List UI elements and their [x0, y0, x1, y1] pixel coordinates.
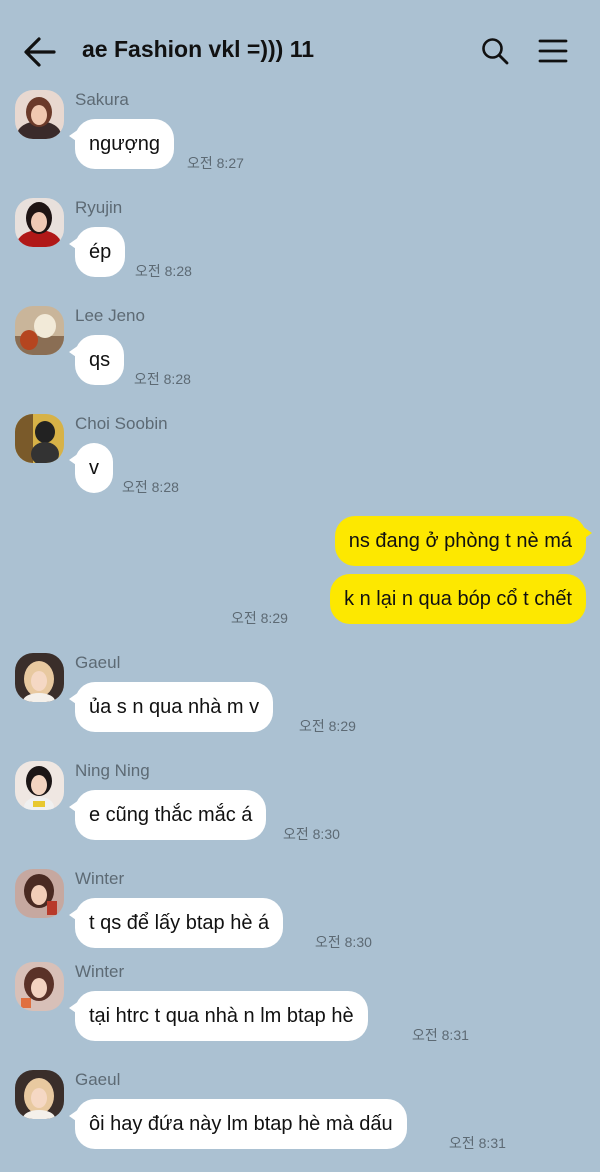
- my-message-bubble[interactable]: k n lại n qua bóp cổ t chết: [330, 574, 586, 624]
- sender-name: Ryujin: [75, 198, 123, 217]
- message-time: 오전 8:28: [122, 479, 179, 495]
- message-bubble[interactable]: ủa s n qua nhà m v: [68, 682, 274, 732]
- avatar[interactable]: [15, 761, 64, 810]
- arrow-left-icon[interactable]: [22, 34, 58, 70]
- hamburger-menu-icon[interactable]: [538, 37, 568, 65]
- message-time: 오전 8:30: [283, 826, 340, 842]
- message-time: 오전 8:31: [412, 1027, 469, 1043]
- chat-header: ae Fashion vkl =))) 11: [0, 0, 600, 100]
- message-time: 오전 8:29: [299, 718, 356, 734]
- message-time: 오전 8:31: [449, 1135, 506, 1151]
- sender-name: Gaeul: [75, 1070, 121, 1089]
- avatar[interactable]: [15, 962, 64, 1011]
- message-bubble[interactable]: v: [69, 443, 113, 493]
- message-bubble[interactable]: ép: [68, 227, 126, 277]
- avatar[interactable]: [15, 1070, 64, 1119]
- sender-name: Sakura: [75, 90, 129, 109]
- my-message-bubble[interactable]: ns đang ở phòng t nè má: [334, 516, 593, 566]
- avatar[interactable]: [15, 653, 64, 702]
- sender-name: Winter: [75, 962, 125, 981]
- sender-name: Ning Ning: [75, 761, 150, 780]
- message-time: 오전 8:28: [135, 263, 192, 279]
- sender-name: Choi Soobin: [75, 414, 168, 433]
- sender-name: Gaeul: [75, 653, 121, 672]
- sender-name: Winter: [75, 869, 125, 888]
- message-bubble[interactable]: ôi hay đứa này lm btap hè mà dấu: [69, 1099, 407, 1149]
- sender-name: Lee Jeno: [75, 306, 145, 325]
- avatar[interactable]: [15, 198, 64, 247]
- message-bubble[interactable]: tại htrc t qua nhà n lm btap hè: [69, 991, 368, 1041]
- message-bubble[interactable]: qs: [68, 335, 125, 385]
- message-bubble[interactable]: ngượng: [69, 119, 174, 169]
- avatar[interactable]: [15, 306, 64, 355]
- message-time: 오전 8:29: [231, 610, 288, 626]
- search-icon[interactable]: [480, 36, 510, 66]
- message-bubble[interactable]: e cũng thắc mắc á: [68, 790, 267, 840]
- message-time: 오전 8:30: [315, 934, 372, 950]
- message-time: 오전 8:27: [187, 155, 244, 171]
- message-time: 오전 8:28: [134, 371, 191, 387]
- avatar[interactable]: [15, 414, 64, 463]
- avatar[interactable]: [15, 90, 64, 139]
- message-bubble[interactable]: t qs để lấy btap hè á: [68, 898, 284, 948]
- avatar[interactable]: [15, 869, 64, 918]
- chat-title: ae Fashion vkl =))) 11: [82, 36, 315, 62]
